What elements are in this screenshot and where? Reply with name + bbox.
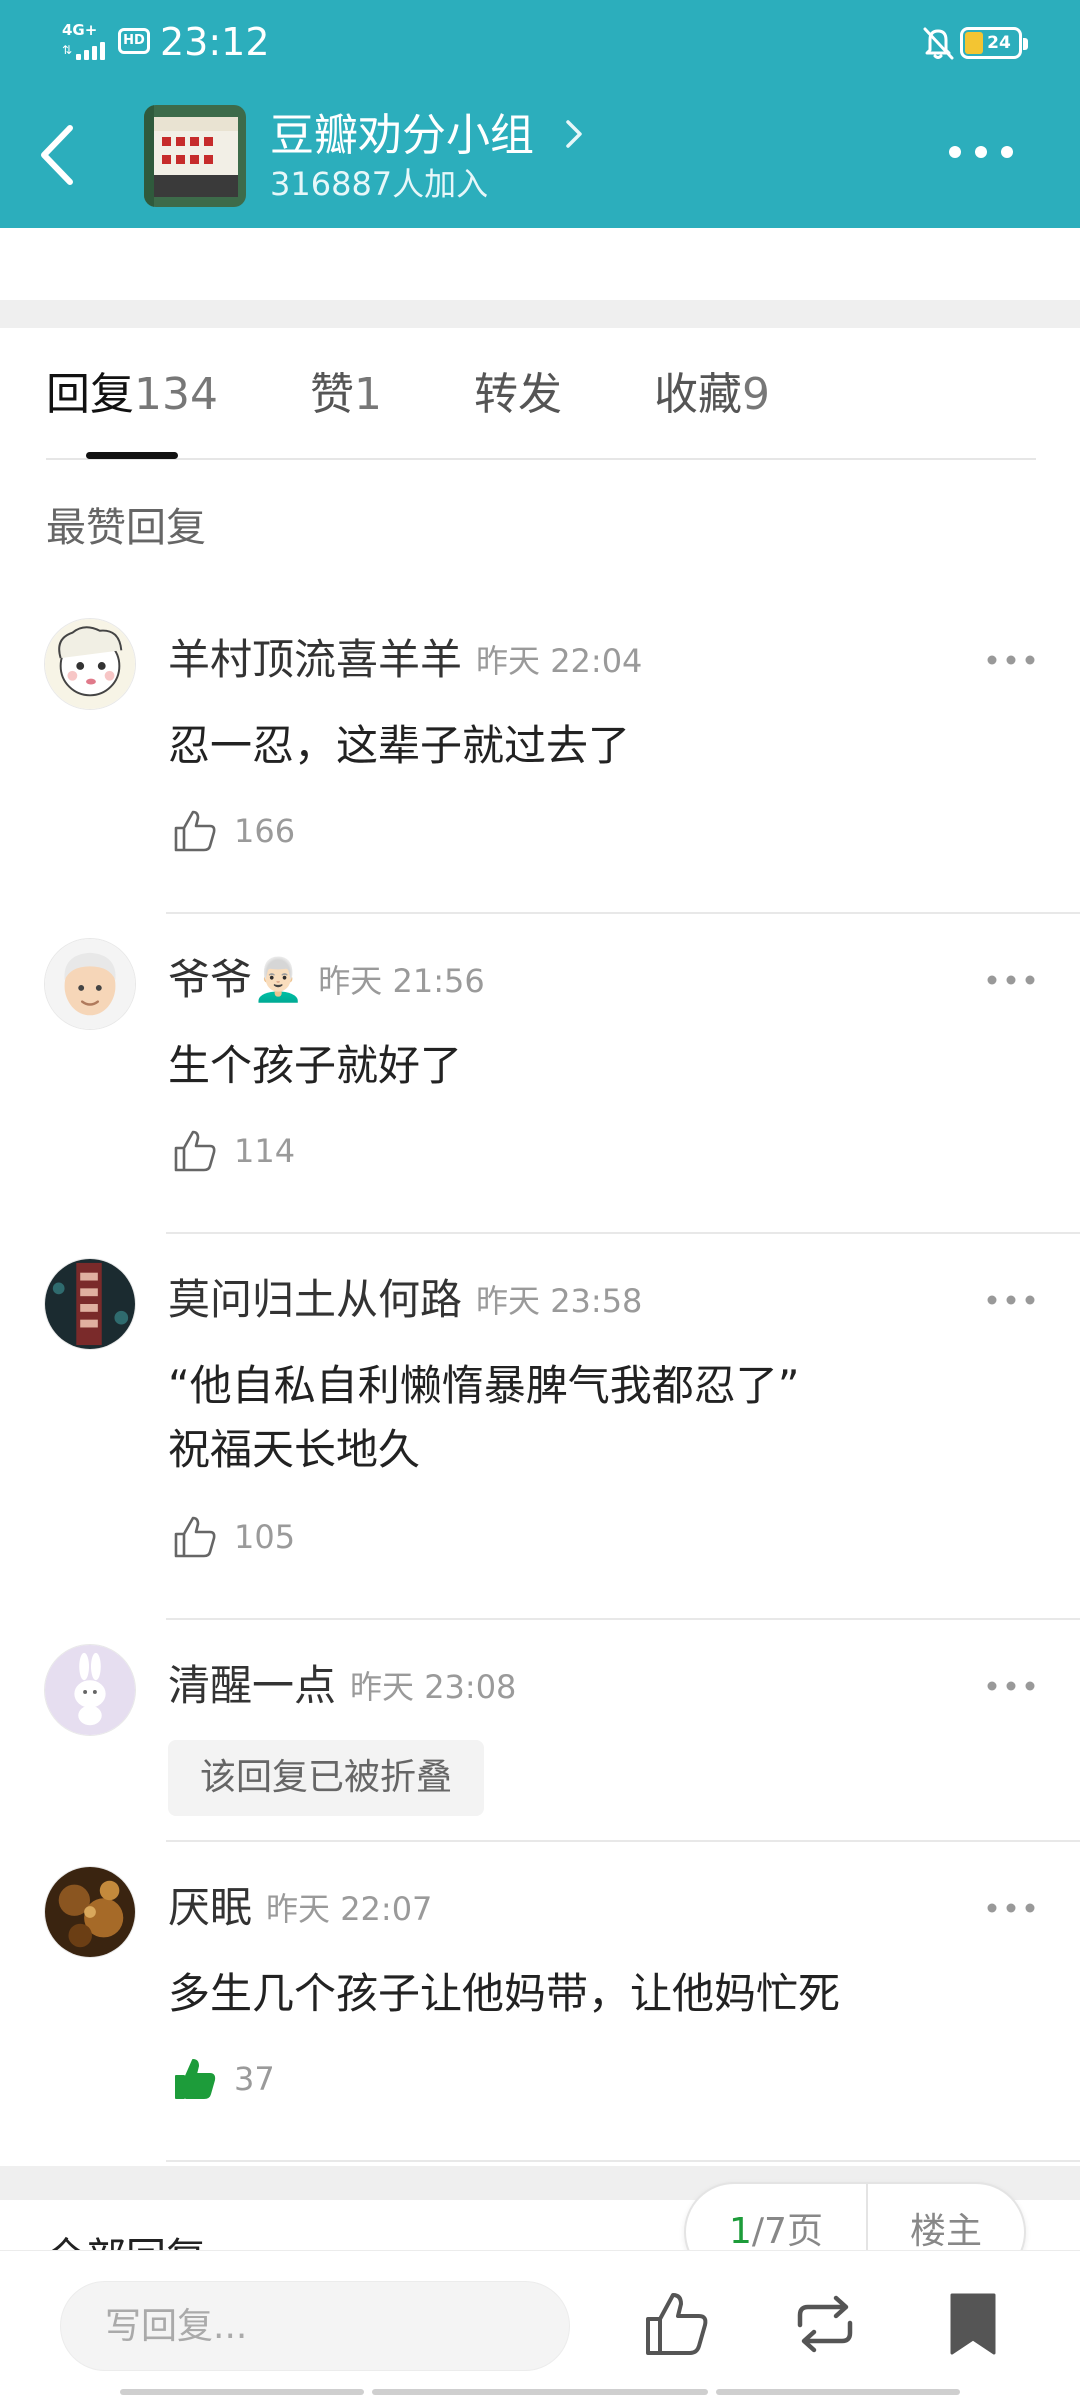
section-title: 最赞回复 xyxy=(46,505,206,551)
network-type: 4G+ xyxy=(62,21,98,39)
comment-more-icon[interactable] xyxy=(986,1676,1036,1696)
author-name: 清醒一点 xyxy=(168,1661,337,1710)
group-header: 4G+ ⇅ HD 23:12 24 豆瓣劝分小组 316887人加入 xyxy=(0,0,1080,228)
comment-more-icon[interactable] xyxy=(986,970,1036,990)
comment-divider xyxy=(166,1618,1080,1620)
back-arrow-icon[interactable] xyxy=(36,120,80,190)
hd-badge: HD xyxy=(118,28,150,54)
more-dots-icon[interactable] xyxy=(946,132,1016,172)
signal-icon xyxy=(76,40,110,60)
tab-label: 赞 xyxy=(310,369,354,420)
group-avatar[interactable] xyxy=(144,105,246,207)
thumbs-up-icon xyxy=(174,810,216,852)
tab-count: 9 xyxy=(742,369,770,420)
comment-more-icon[interactable] xyxy=(986,650,1036,670)
bottom-action-bar: 写回复... xyxy=(0,2250,1080,2400)
avatar[interactable] xyxy=(44,938,136,1030)
avatar[interactable] xyxy=(44,1258,136,1350)
page-total: /7页 xyxy=(751,2211,823,2252)
repost-icon[interactable] xyxy=(790,2289,860,2359)
app-page: 4G+ ⇅ HD 23:12 24 豆瓣劝分小组 316887人加入 回复134… xyxy=(0,0,1080,2400)
like-count: 166 xyxy=(234,812,296,850)
active-tab-indicator xyxy=(86,452,178,459)
comment-text: “他自私自利懒惰暴脾气我都忍了” 祝福天长地久 xyxy=(168,1354,1028,1482)
comment-author[interactable]: 莫问归土从何路 昨天 23:58 xyxy=(168,1270,642,1331)
tab-reposts[interactable]: 转发 xyxy=(474,360,562,430)
comment-divider xyxy=(166,912,1080,914)
tab-label: 转发 xyxy=(474,369,562,420)
author-name: 羊村顶流喜羊羊 xyxy=(168,635,463,684)
battery-indicator: 24 xyxy=(960,27,1028,59)
network-indicator: 4G+ ⇅ xyxy=(62,22,110,62)
comment-more-icon[interactable] xyxy=(986,1290,1036,1310)
status-time: 23:12 xyxy=(160,20,270,64)
comment-text: 生个孩子就好了 xyxy=(168,1041,463,1090)
like-count: 37 xyxy=(234,2060,275,2098)
group-member-count: 316887人加入 xyxy=(270,165,489,203)
section-separator xyxy=(0,300,1080,328)
reply-input[interactable]: 写回复... xyxy=(60,2281,570,2371)
comment-author[interactable]: 清醒一点 昨天 23:08 xyxy=(168,1656,516,1717)
comment-time: 昨天 22:07 xyxy=(266,1890,433,1928)
author-name: 爷爷👨🏻‍🦳 xyxy=(168,955,305,1004)
thumbs-up-icon[interactable] xyxy=(642,2289,712,2359)
interaction-tabs: 回复134 赞1 转发 收藏9 xyxy=(46,360,1036,440)
comment-time: 昨天 22:04 xyxy=(476,642,643,680)
comment-more-icon[interactable] xyxy=(986,1898,1036,1918)
nav-bar-segment xyxy=(716,2389,960,2395)
tab-count: 1 xyxy=(354,369,382,420)
comment-time: 昨天 23:58 xyxy=(476,1282,643,1320)
like-count: 105 xyxy=(234,1518,296,1556)
avatar[interactable] xyxy=(44,1644,136,1736)
thumbs-up-icon xyxy=(174,1516,216,1558)
comment-text: 多生几个孩子让他妈带，让他妈忙死 xyxy=(168,1969,841,2018)
like-count: 114 xyxy=(234,1132,296,1170)
tab-label: 收藏 xyxy=(654,369,742,420)
battery-level: 24 xyxy=(987,33,1011,53)
comment-divider xyxy=(166,1232,1080,1234)
folded-reply-notice[interactable]: 该回复已被折叠 xyxy=(168,1740,485,1816)
author-name: 莫问归土从何路 xyxy=(168,1275,463,1324)
comment-text-line: “他自私自利懒惰暴脾气我都忍了” xyxy=(168,1361,800,1410)
author-name: 厌眠 xyxy=(168,1883,253,1932)
comment-author[interactable]: 羊村顶流喜羊羊 昨天 22:04 xyxy=(168,630,642,691)
page-current: 1 xyxy=(729,2211,752,2252)
bookmark-icon[interactable] xyxy=(938,2289,1008,2359)
thumbs-up-filled-icon xyxy=(175,2059,216,2099)
tab-replies[interactable]: 回复134 xyxy=(46,360,218,430)
comment-time: 昨天 23:08 xyxy=(350,1668,517,1706)
comment-author[interactable]: 厌眠 昨天 22:07 xyxy=(168,1878,432,1939)
comment-author[interactable]: 爷爷👨🏻‍🦳 昨天 21:56 xyxy=(168,950,485,1011)
comment-text: 忍一忍，这辈子就过去了 xyxy=(168,721,631,770)
data-arrows-icon: ⇅ xyxy=(62,43,73,57)
tabs-divider xyxy=(46,458,1036,460)
tab-favorites[interactable]: 收藏9 xyxy=(654,360,770,430)
status-bar: 4G+ ⇅ HD 23:12 24 xyxy=(0,0,1080,84)
nav-bar-segment xyxy=(372,2389,708,2395)
comment-text-line: 祝福天长地久 xyxy=(168,1425,421,1474)
comment-time: 昨天 21:56 xyxy=(318,962,485,1000)
avatar[interactable] xyxy=(44,1866,136,1958)
chevron-right-icon[interactable] xyxy=(562,114,586,154)
tab-count: 134 xyxy=(134,369,218,420)
avatar[interactable] xyxy=(44,618,136,710)
tab-label: 回复 xyxy=(46,369,134,420)
thumbs-up-icon xyxy=(174,1130,216,1172)
comment-divider xyxy=(166,1840,1080,1842)
nav-bar-segment xyxy=(120,2389,364,2395)
comment-divider xyxy=(166,2160,1080,2162)
tab-likes[interactable]: 赞1 xyxy=(310,360,382,430)
bell-off-icon xyxy=(923,27,954,60)
group-name[interactable]: 豆瓣劝分小组 xyxy=(270,106,534,166)
